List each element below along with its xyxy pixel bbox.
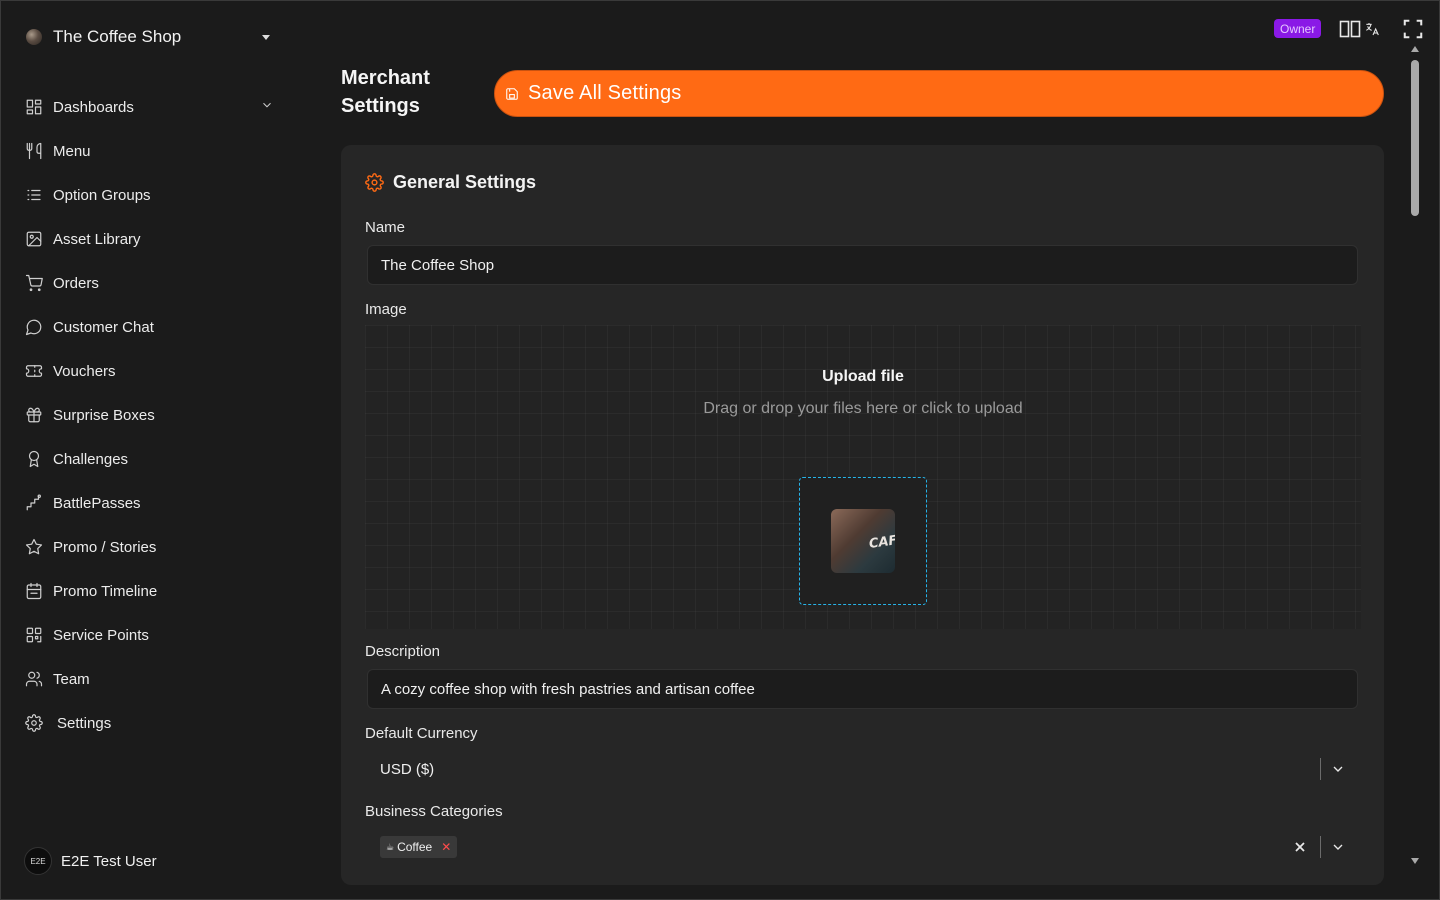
category-tag-label: Coffee xyxy=(397,840,433,854)
sidebar-item-label: Service Points xyxy=(53,626,149,644)
thumbnail-sign-text: CAF xyxy=(867,533,895,552)
uploaded-image-thumbnail[interactable]: CAF xyxy=(831,509,895,573)
sidebar-item-label: Challenges xyxy=(53,450,129,468)
cart-icon xyxy=(24,273,44,293)
image-dropzone[interactable]: CAF xyxy=(799,477,927,605)
sidebar-item-battlepasses[interactable]: BattlePasses xyxy=(24,488,280,518)
sidebar-item-label: Customer Chat xyxy=(53,318,154,336)
sidebar-item-label: Settings xyxy=(57,714,112,732)
sidebar-item-label: Promo / Stories xyxy=(53,538,157,556)
scroll-down-arrow-icon[interactable] xyxy=(1411,858,1419,864)
dashboard-grid-icon xyxy=(24,97,44,117)
merchant-name: The Coffee Shop xyxy=(53,27,182,46)
gear-icon xyxy=(24,713,44,733)
user-menu[interactable]: E2E E2E Test User xyxy=(24,846,157,876)
clear-icon[interactable] xyxy=(1292,839,1308,855)
sidebar-item-asset-library[interactable]: Asset Library xyxy=(24,224,280,254)
card-title: General Settings xyxy=(365,172,536,193)
remove-tag-icon[interactable]: ✕ xyxy=(441,840,451,854)
save-all-settings-button[interactable]: Save All Settings xyxy=(494,70,1384,117)
qr-code-icon xyxy=(24,625,44,645)
image-icon xyxy=(24,229,44,249)
gift-icon xyxy=(24,405,44,425)
upload-title: Upload file xyxy=(822,368,904,385)
sidebar-item-label: Asset Library xyxy=(53,230,141,248)
category-tag: ☕ Coffee ✕ xyxy=(380,836,458,858)
chevron-down-icon xyxy=(260,98,274,117)
role-badge: Owner xyxy=(1274,19,1322,38)
sidebar-item-label: BattlePasses xyxy=(53,494,141,512)
sidebar-item-label: Option Groups xyxy=(53,186,151,204)
sidebar-item-promo-stories[interactable]: Promo / Stories xyxy=(24,532,280,562)
sidebar-item-service-points[interactable]: Service Points xyxy=(24,620,280,650)
sidebar-item-settings[interactable]: Settings xyxy=(24,708,280,738)
sidebar-item-option-groups[interactable]: Option Groups xyxy=(24,180,280,210)
stairs-icon xyxy=(24,493,44,513)
sidebar-item-surprise-boxes[interactable]: Surprise Boxes xyxy=(24,400,280,430)
image-upload-area[interactable]: Upload file Drag or drop your files here… xyxy=(365,325,1361,629)
section-heading: General Settings xyxy=(393,172,537,192)
business-categories-select[interactable]: ☕ Coffee ✕ xyxy=(367,827,1358,867)
currency-value: USD ($) xyxy=(380,760,435,778)
sidebar-item-dashboards[interactable]: Dashboards xyxy=(24,92,280,122)
business-categories-label: Business Categories xyxy=(365,803,503,820)
split-view-icon[interactable] xyxy=(1339,19,1361,44)
user-name: E2E Test User xyxy=(61,852,157,870)
general-settings-card: General Settings Name Image Upload file … xyxy=(341,145,1384,885)
sidebar-item-label: Surprise Boxes xyxy=(53,406,155,424)
save-button-label: Save All Settings xyxy=(528,82,682,104)
sidebar-item-label: Dashboards xyxy=(53,98,134,116)
default-currency-label: Default Currency xyxy=(365,725,478,742)
image-label: Image xyxy=(365,301,407,318)
name-label: Name xyxy=(365,219,406,236)
coffee-cup-icon: ☕ xyxy=(386,841,395,852)
fullscreen-icon[interactable] xyxy=(1402,18,1424,45)
chat-bubble-icon xyxy=(24,317,44,337)
merchant-logo xyxy=(26,29,42,45)
scrollbar-thumb[interactable] xyxy=(1411,60,1419,216)
sidebar-item-label: Menu xyxy=(53,142,91,160)
description-input[interactable] xyxy=(367,669,1358,709)
sidebar-item-vouchers[interactable]: Vouchers xyxy=(24,356,280,386)
users-icon xyxy=(24,669,44,689)
avatar: E2E xyxy=(24,847,52,875)
select-divider xyxy=(1320,836,1321,858)
sidebar-item-label: Vouchers xyxy=(53,362,116,380)
default-currency-select[interactable]: USD ($) xyxy=(367,749,1358,789)
sidebar-item-menu[interactable]: Menu xyxy=(24,136,280,166)
sidebar-item-label: Orders xyxy=(53,274,99,292)
sidebar-item-label: Promo Timeline xyxy=(53,582,158,600)
select-divider xyxy=(1320,758,1321,780)
calendar-icon xyxy=(24,581,44,601)
chevron-down-icon[interactable] xyxy=(1330,839,1346,855)
upload-instructions: Drag or drop your files here or click to… xyxy=(703,400,1023,417)
gear-icon xyxy=(365,173,384,192)
name-input[interactable] xyxy=(367,245,1358,285)
sidebar-item-customer-chat[interactable]: Customer Chat xyxy=(24,312,280,342)
scroll-up-arrow-icon[interactable] xyxy=(1411,46,1419,52)
list-icon xyxy=(24,185,44,205)
chevron-down-icon[interactable] xyxy=(1330,761,1346,777)
save-icon xyxy=(506,87,518,100)
ticket-icon xyxy=(24,361,44,381)
star-icon xyxy=(24,537,44,557)
selected-categories: ☕ Coffee ✕ xyxy=(380,836,1292,858)
sidebar-item-promo-timeline[interactable]: Promo Timeline xyxy=(24,576,280,606)
sidebar-item-orders[interactable]: Orders xyxy=(24,268,280,298)
merchant-switcher[interactable]: The Coffee Shop xyxy=(26,22,276,52)
sidebar-item-label: Team xyxy=(53,670,90,688)
page-title: Merchant Settings xyxy=(341,67,430,117)
page-scrollbar[interactable] xyxy=(1408,46,1422,866)
description-label: Description xyxy=(365,643,441,660)
sidebar-item-team[interactable]: Team xyxy=(24,664,280,694)
caret-down-icon xyxy=(262,34,270,40)
award-icon xyxy=(24,449,44,469)
sidebar-item-challenges[interactable]: Challenges xyxy=(24,444,280,474)
translate-icon[interactable] xyxy=(1365,21,1381,42)
utensils-icon xyxy=(24,141,44,161)
sidebar: The Coffee Shop Dashboards Menu Option G… xyxy=(0,0,300,900)
